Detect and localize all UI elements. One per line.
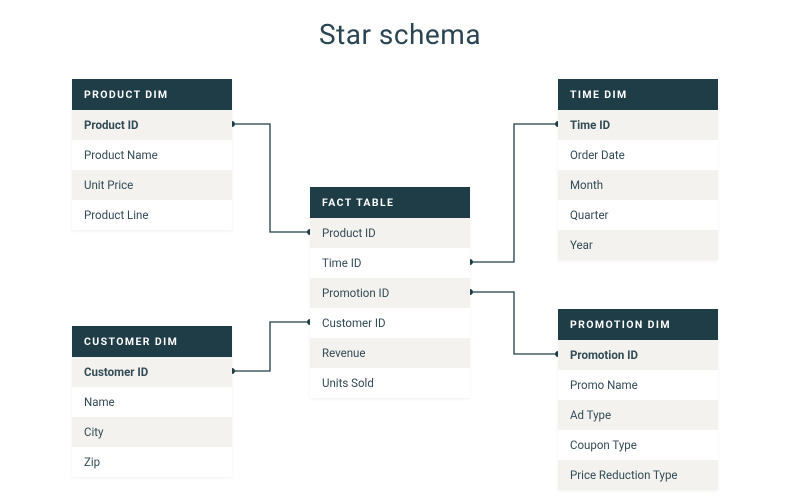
field-year: Year [558,230,718,260]
field-customer-zip: Zip [72,447,232,477]
field-price-reduction-type: Price Reduction Type [558,460,718,490]
field-product-id: Product ID [72,110,232,140]
field-quarter: Quarter [558,200,718,230]
table-header: TIME DIM [558,79,718,110]
field-fact-revenue: Revenue [310,338,470,368]
field-product-line: Product Line [72,200,232,230]
field-fact-promotion-id: Promotion ID [310,278,470,308]
connector-customer-fact [232,322,310,371]
table-promotion-dim: PROMOTION DIM Promotion ID Promo Name Ad… [558,309,718,490]
diagram-canvas: PRODUCT DIM Product ID Product Name Unit… [0,51,800,491]
field-ad-type: Ad Type [558,400,718,430]
connector-product-fact [232,124,310,232]
field-coupon-type: Coupon Type [558,430,718,460]
table-customer-dim: CUSTOMER DIM Customer ID Name City Zip [72,326,232,477]
field-customer-city: City [72,417,232,447]
field-promotion-id: Promotion ID [558,340,718,370]
field-time-id: Time ID [558,110,718,140]
field-product-name: Product Name [72,140,232,170]
connector-promotion-fact [470,292,558,354]
field-fact-customer-id: Customer ID [310,308,470,338]
field-fact-product-id: Product ID [310,218,470,248]
field-customer-name: Name [72,387,232,417]
table-fact: FACT TABLE Product ID Time ID Promotion … [310,187,470,398]
table-product-dim: PRODUCT DIM Product ID Product Name Unit… [72,79,232,230]
table-header: PRODUCT DIM [72,79,232,110]
field-customer-id: Customer ID [72,357,232,387]
field-unit-price: Unit Price [72,170,232,200]
field-fact-units-sold: Units Sold [310,368,470,398]
field-fact-time-id: Time ID [310,248,470,278]
field-order-date: Order Date [558,140,718,170]
table-header: FACT TABLE [310,187,470,218]
connector-time-fact [470,124,558,262]
field-promo-name: Promo Name [558,370,718,400]
diagram-title: Star schema [0,0,800,51]
table-time-dim: TIME DIM Time ID Order Date Month Quarte… [558,79,718,260]
table-header: CUSTOMER DIM [72,326,232,357]
table-header: PROMOTION DIM [558,309,718,340]
field-month: Month [558,170,718,200]
